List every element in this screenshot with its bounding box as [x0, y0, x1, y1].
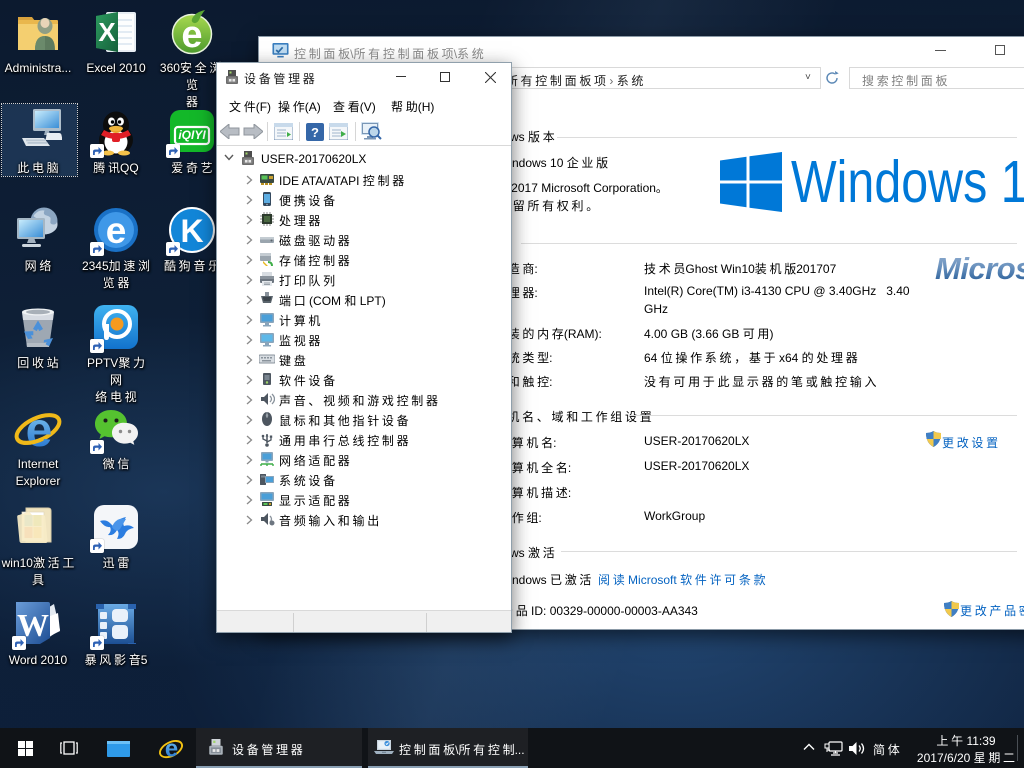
svg-text:iQIYI: iQIYI [178, 128, 206, 142]
svg-text:e: e [26, 404, 53, 452]
svg-text:?: ? [311, 125, 319, 140]
svg-text:K: K [180, 213, 203, 249]
svg-text:X: X [98, 17, 116, 47]
svg-text:e: e [106, 210, 127, 251]
svg-text:e: e [165, 736, 178, 761]
